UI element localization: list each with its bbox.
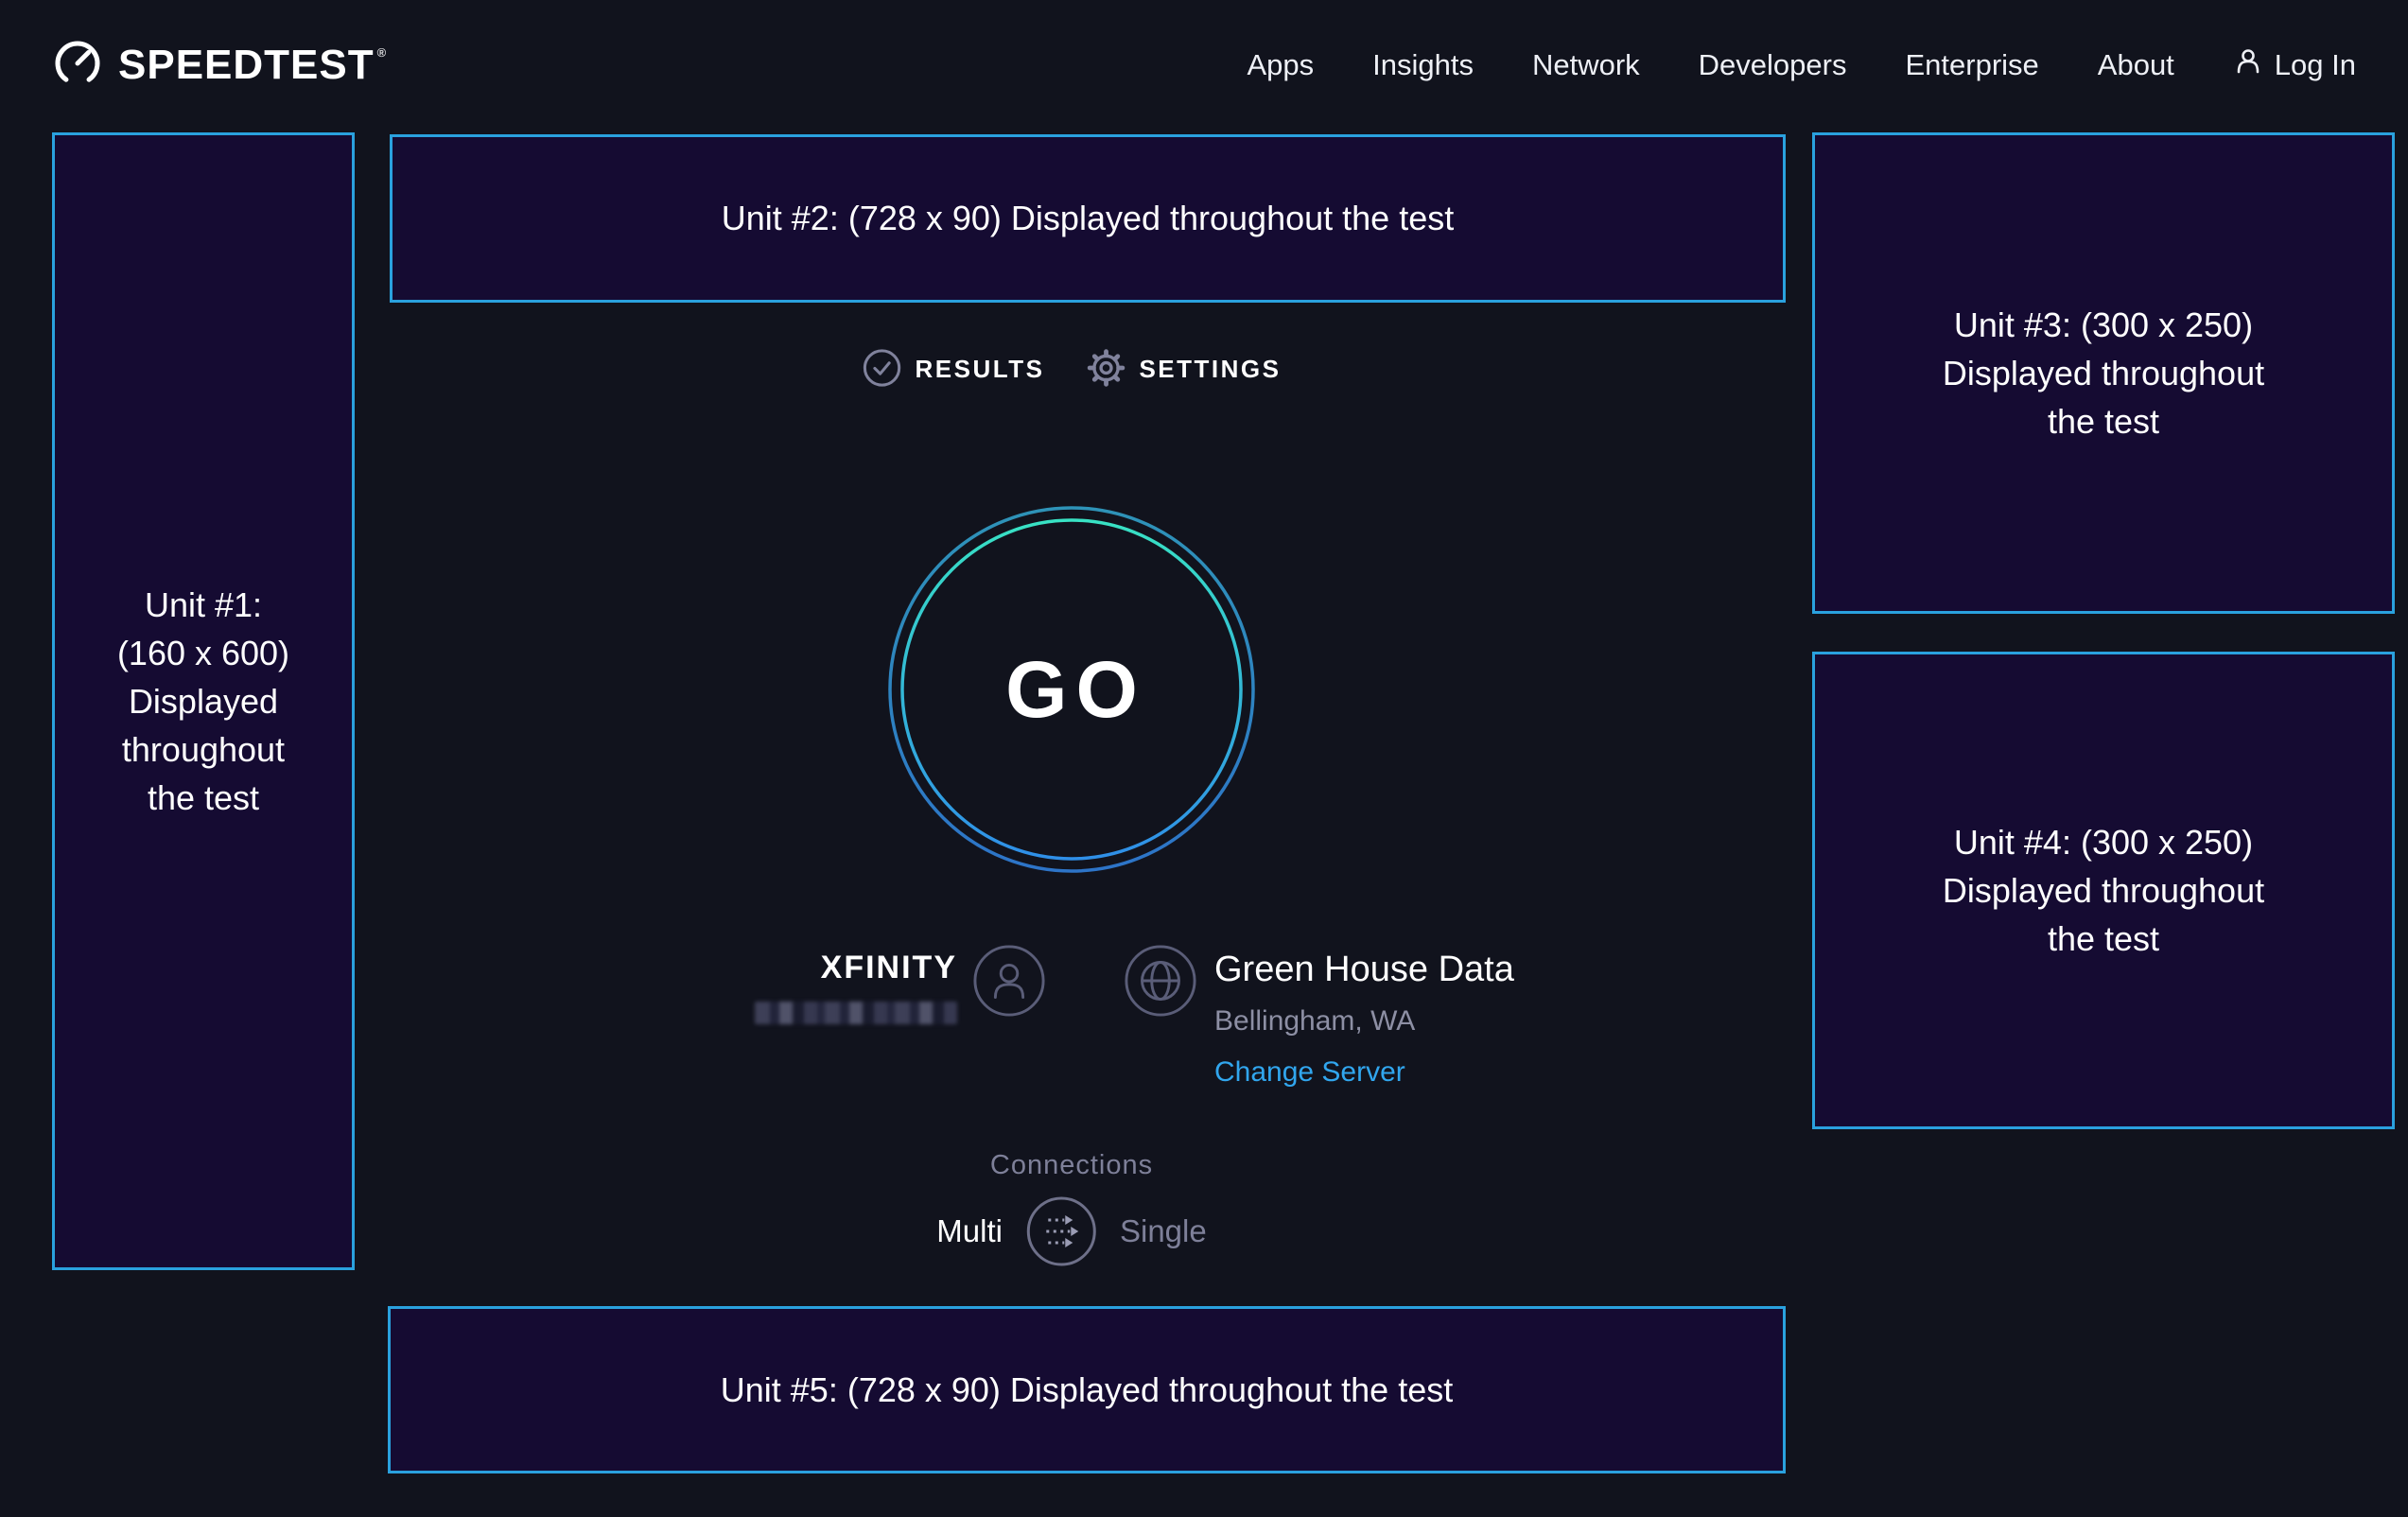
isp-name: XFINITY (821, 950, 957, 986)
ad-unit-4: Unit #4: (300 x 250) Displayed throughou… (1812, 652, 2395, 1129)
ad-unit-2-text: Unit #2: (728 x 90) Displayed throughout… (722, 194, 1454, 242)
tab-results-label: RESULTS (916, 355, 1045, 384)
ad-unit-2: Unit #2: (728 x 90) Displayed throughout… (390, 134, 1786, 303)
nav-item-insights[interactable]: Insights (1372, 48, 1474, 82)
connection-mode-multi-label: Multi (936, 1213, 1003, 1249)
ad-unit-1: Unit #1: (160 x 600) Displayed throughou… (52, 132, 355, 1270)
speedtest-gauge-icon (52, 38, 103, 94)
nav-item-network[interactable]: Network (1532, 48, 1640, 82)
connections-label: Connections (990, 1150, 1153, 1181)
tab-results[interactable]: RESULTS (863, 348, 1045, 391)
login-label: Log In (2275, 48, 2356, 82)
ad-unit-5-text: Unit #5: (728 x 90) Displayed throughout… (721, 1366, 1453, 1414)
go-button-label: GO (888, 506, 1255, 873)
top-nav: SPEEDTEST ® Apps Insights Network Develo… (0, 0, 2408, 131)
ad-unit-5: Unit #5: (728 x 90) Displayed throughout… (388, 1306, 1786, 1473)
logo-trademark: ® (377, 45, 388, 60)
nav-item-about[interactable]: About (2098, 48, 2174, 82)
nav-item-apps[interactable]: Apps (1247, 48, 1314, 82)
isp-user-icon (972, 944, 1046, 1018)
nav-links: Apps Insights Network Developers Enterpr… (1247, 46, 2356, 84)
server-name: Green House Data (1214, 950, 1514, 990)
speedtest-logo[interactable]: SPEEDTEST ® (52, 38, 387, 94)
login-button[interactable]: Log In (2233, 46, 2356, 84)
logo-text: SPEEDTEST (118, 42, 375, 89)
ad-unit-3-text: Unit #3: (300 x 250) Displayed throughou… (1943, 301, 2264, 445)
speedtest-page: SPEEDTEST ® Apps Insights Network Develo… (0, 0, 2408, 1517)
nav-item-developers[interactable]: Developers (1699, 48, 1847, 82)
check-circle-icon (863, 348, 902, 391)
ad-unit-1-text: Unit #1: (160 x 600) Displayed throughou… (117, 581, 289, 823)
tab-settings-label: SETTINGS (1139, 355, 1281, 384)
ad-unit-4-text: Unit #4: (300 x 250) Displayed throughou… (1943, 818, 2264, 963)
change-server-link[interactable]: Change Server (1214, 1056, 1405, 1089)
gear-icon (1086, 348, 1125, 391)
nav-item-enterprise[interactable]: Enterprise (1905, 48, 2038, 82)
server-location: Bellingham, WA (1214, 1005, 1415, 1037)
ad-unit-3: Unit #3: (300 x 250) Displayed throughou… (1812, 132, 2395, 614)
tabs-bar: RESULTS (863, 348, 1282, 391)
redacted-ip (755, 1002, 957, 1024)
user-icon (2233, 46, 2263, 84)
connection-mode-toggle[interactable] (1025, 1195, 1097, 1267)
connection-mode-single-label: Single (1120, 1213, 1207, 1249)
connection-mode-row: Multi Single (936, 1195, 1206, 1267)
server-block: Green House Data Bellingham, WA Change S… (1214, 950, 1514, 1089)
logo-wordmark: SPEEDTEST ® (118, 42, 387, 89)
isp-block: XFINITY (745, 950, 957, 1024)
server-globe-icon (1124, 944, 1197, 1018)
go-button[interactable]: GO (888, 506, 1255, 873)
tab-settings[interactable]: SETTINGS (1086, 348, 1281, 391)
